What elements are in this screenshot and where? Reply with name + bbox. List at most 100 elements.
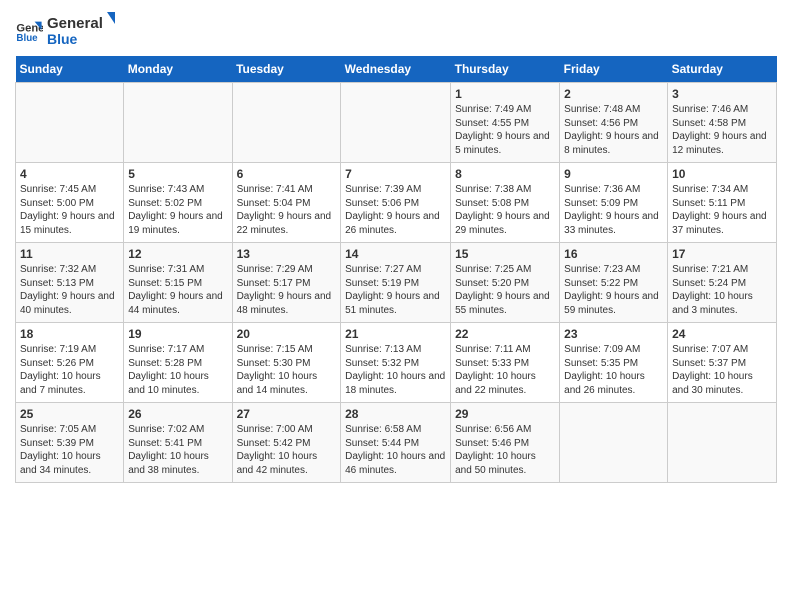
day-cell: 25Sunrise: 7:05 AM Sunset: 5:39 PM Dayli… <box>16 403 124 483</box>
logo-icon: General Blue <box>15 16 43 44</box>
day-info: Sunrise: 7:48 AM Sunset: 4:56 PM Dayligh… <box>564 103 663 157</box>
day-info: Sunrise: 7:45 AM Sunset: 5:00 PM Dayligh… <box>20 183 119 237</box>
day-info: Sunrise: 7:27 AM Sunset: 5:19 PM Dayligh… <box>345 263 446 317</box>
day-number: 20 <box>237 327 337 341</box>
day-number: 26 <box>128 407 227 421</box>
day-cell <box>668 403 777 483</box>
day-number: 5 <box>128 167 227 181</box>
day-info: Sunrise: 7:11 AM Sunset: 5:33 PM Dayligh… <box>455 343 555 397</box>
day-cell: 21 Sunrise: 7:13 AM Sunset: 5:32 PM Dayli… <box>341 323 451 403</box>
day-number: 29 <box>455 407 555 421</box>
svg-text:Blue: Blue <box>47 31 78 47</box>
day-cell: 28Sunrise: 6:58 AM Sunset: 5:44 PM Dayli… <box>341 403 451 483</box>
day-number: 14 <box>345 247 446 261</box>
day-number: 24 <box>672 327 772 341</box>
week-row-3: 11 Sunrise: 7:32 AM Sunset: 5:13 PM Dayli… <box>16 243 777 323</box>
day-info: Sunrise: 7:46 AM Sunset: 4:58 PM Dayligh… <box>672 103 772 157</box>
day-cell: 18 Sunrise: 7:19 AM Sunset: 5:26 PM Dayli… <box>16 323 124 403</box>
day-number: 4 <box>20 167 119 181</box>
column-header-friday: Friday <box>560 56 668 83</box>
day-info: Sunrise: 7:05 AM Sunset: 5:39 PM Dayligh… <box>20 423 119 477</box>
day-cell <box>560 403 668 483</box>
day-cell: 15 Sunrise: 7:25 AM Sunset: 5:20 PM Dayli… <box>451 243 560 323</box>
day-number: 15 <box>455 247 555 261</box>
day-number: 2 <box>564 87 663 101</box>
day-cell: 11 Sunrise: 7:32 AM Sunset: 5:13 PM Dayli… <box>16 243 124 323</box>
day-cell: 9 Sunrise: 7:36 AM Sunset: 5:09 PM Daylig… <box>560 163 668 243</box>
day-cell: 13 Sunrise: 7:29 AM Sunset: 5:17 PM Dayli… <box>232 243 341 323</box>
column-header-wednesday: Wednesday <box>341 56 451 83</box>
day-info: Sunrise: 7:49 AM Sunset: 4:55 PM Dayligh… <box>455 103 555 157</box>
day-info: Sunrise: 7:13 AM Sunset: 5:32 PM Dayligh… <box>345 343 446 397</box>
day-number: 18 <box>20 327 119 341</box>
day-info: Sunrise: 7:43 AM Sunset: 5:02 PM Dayligh… <box>128 183 227 237</box>
day-cell: 20 Sunrise: 7:15 AM Sunset: 5:30 PM Dayli… <box>232 323 341 403</box>
day-cell: 8 Sunrise: 7:38 AM Sunset: 5:08 PM Daylig… <box>451 163 560 243</box>
day-info: Sunrise: 7:17 AM Sunset: 5:28 PM Dayligh… <box>128 343 227 397</box>
day-info: Sunrise: 7:36 AM Sunset: 5:09 PM Dayligh… <box>564 183 663 237</box>
day-info: Sunrise: 7:38 AM Sunset: 5:08 PM Dayligh… <box>455 183 555 237</box>
day-number: 17 <box>672 247 772 261</box>
day-cell: 27 Sunrise: 7:00 AM Sunset: 5:42 PM Dayli… <box>232 403 341 483</box>
day-info: Sunrise: 7:31 AM Sunset: 5:15 PM Dayligh… <box>128 263 227 317</box>
day-number: 16 <box>564 247 663 261</box>
day-number: 7 <box>345 167 446 181</box>
day-info: Sunrise: 7:09 AM Sunset: 5:35 PM Dayligh… <box>564 343 663 397</box>
day-number: 21 <box>345 327 446 341</box>
day-cell: 12 Sunrise: 7:31 AM Sunset: 5:15 PM Dayli… <box>124 243 232 323</box>
day-info: Sunrise: 7:00 AM Sunset: 5:42 PM Dayligh… <box>237 423 337 477</box>
day-cell: 14 Sunrise: 7:27 AM Sunset: 5:19 PM Dayli… <box>341 243 451 323</box>
week-row-1: 1 Sunrise: 7:49 AM Sunset: 4:55 PM Daylig… <box>16 83 777 163</box>
day-info: Sunrise: 7:23 AM Sunset: 5:22 PM Dayligh… <box>564 263 663 317</box>
day-cell: 4 Sunrise: 7:45 AM Sunset: 5:00 PM Daylig… <box>16 163 124 243</box>
day-cell: 23 Sunrise: 7:09 AM Sunset: 5:35 PM Dayli… <box>560 323 668 403</box>
column-header-sunday: Sunday <box>16 56 124 83</box>
column-header-saturday: Saturday <box>668 56 777 83</box>
day-info: Sunrise: 6:56 AM Sunset: 5:46 PM Dayligh… <box>455 423 555 477</box>
day-cell: 24 Sunrise: 7:07 AM Sunset: 5:37 PM Dayli… <box>668 323 777 403</box>
day-info: Sunrise: 7:29 AM Sunset: 5:17 PM Dayligh… <box>237 263 337 317</box>
svg-text:Blue: Blue <box>16 33 38 44</box>
day-cell: 29 Sunrise: 6:56 AM Sunset: 5:46 PM Dayli… <box>451 403 560 483</box>
day-cell: 16 Sunrise: 7:23 AM Sunset: 5:22 PM Dayli… <box>560 243 668 323</box>
day-cell: 6 Sunrise: 7:41 AM Sunset: 5:04 PM Daylig… <box>232 163 341 243</box>
day-cell: 7 Sunrise: 7:39 AM Sunset: 5:06 PM Daylig… <box>341 163 451 243</box>
day-number: 10 <box>672 167 772 181</box>
day-number: 22 <box>455 327 555 341</box>
day-info: Sunrise: 7:02 AM Sunset: 5:41 PM Dayligh… <box>128 423 227 477</box>
day-info: Sunrise: 7:41 AM Sunset: 5:04 PM Dayligh… <box>237 183 337 237</box>
day-info: Sunrise: 7:19 AM Sunset: 5:26 PM Dayligh… <box>20 343 119 397</box>
day-cell: 19Sunrise: 7:17 AM Sunset: 5:28 PM Dayli… <box>124 323 232 403</box>
day-info: Sunrise: 7:21 AM Sunset: 5:24 PM Dayligh… <box>672 263 772 317</box>
day-info: Sunrise: 7:07 AM Sunset: 5:37 PM Dayligh… <box>672 343 772 397</box>
day-number: 6 <box>237 167 337 181</box>
day-cell: 26 Sunrise: 7:02 AM Sunset: 5:41 PM Dayli… <box>124 403 232 483</box>
day-number: 1 <box>455 87 555 101</box>
day-number: 23 <box>564 327 663 341</box>
calendar-table: SundayMondayTuesdayWednesdayThursdayFrid… <box>15 56 777 483</box>
day-info: Sunrise: 7:39 AM Sunset: 5:06 PM Dayligh… <box>345 183 446 237</box>
header-row: SundayMondayTuesdayWednesdayThursdayFrid… <box>16 56 777 83</box>
day-info: Sunrise: 7:15 AM Sunset: 5:30 PM Dayligh… <box>237 343 337 397</box>
day-number: 11 <box>20 247 119 261</box>
week-row-2: 4 Sunrise: 7:45 AM Sunset: 5:00 PM Daylig… <box>16 163 777 243</box>
day-cell: 5 Sunrise: 7:43 AM Sunset: 5:02 PM Daylig… <box>124 163 232 243</box>
logo: General Blue General Blue <box>15 10 117 50</box>
day-number: 28 <box>345 407 446 421</box>
day-cell: 2 Sunrise: 7:48 AM Sunset: 4:56 PM Daylig… <box>560 83 668 163</box>
day-cell <box>232 83 341 163</box>
day-info: Sunrise: 7:25 AM Sunset: 5:20 PM Dayligh… <box>455 263 555 317</box>
day-number: 3 <box>672 87 772 101</box>
day-cell <box>124 83 232 163</box>
day-cell <box>341 83 451 163</box>
day-number: 9 <box>564 167 663 181</box>
day-number: 13 <box>237 247 337 261</box>
day-number: 12 <box>128 247 227 261</box>
day-cell <box>16 83 124 163</box>
day-info: Sunrise: 7:32 AM Sunset: 5:13 PM Dayligh… <box>20 263 119 317</box>
column-header-thursday: Thursday <box>451 56 560 83</box>
day-cell: 3 Sunrise: 7:46 AM Sunset: 4:58 PM Daylig… <box>668 83 777 163</box>
page-header: General Blue General Blue <box>15 10 777 50</box>
day-number: 27 <box>237 407 337 421</box>
day-number: 8 <box>455 167 555 181</box>
